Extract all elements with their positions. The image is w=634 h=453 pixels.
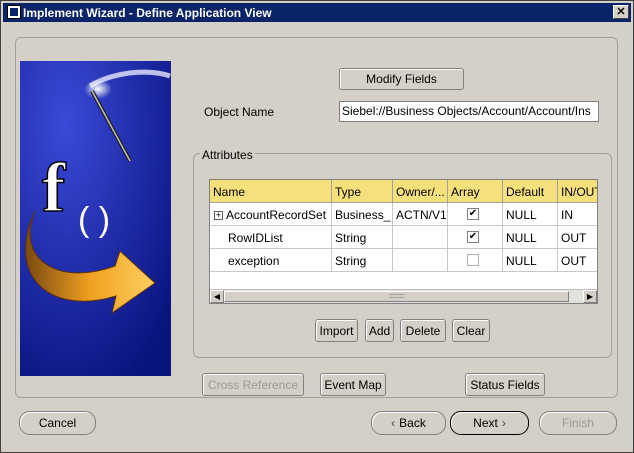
- clear-button[interactable]: Clear: [452, 319, 490, 342]
- app-icon: [7, 5, 21, 19]
- attributes-legend: Attributes: [200, 148, 255, 162]
- cell-inout: OUT: [558, 249, 597, 272]
- next-label: Next: [473, 416, 498, 430]
- cross-reference-button[interactable]: Cross Reference: [202, 373, 304, 396]
- cell-type: Business_: [332, 203, 393, 226]
- svg-text:( ): ( ): [78, 201, 110, 239]
- function-logo-icon: f ( ): [20, 61, 171, 376]
- column-header-owner[interactable]: Owner/...: [393, 180, 448, 203]
- chevron-right-icon: ›: [501, 416, 506, 430]
- cell-inout: OUT: [558, 226, 597, 249]
- cell-type: String: [332, 226, 393, 249]
- finish-button[interactable]: Finish: [539, 411, 617, 435]
- cell-default: NULL: [503, 226, 558, 249]
- cell-name: + AccountRecordSet: [210, 203, 332, 226]
- import-button[interactable]: Import: [315, 319, 358, 342]
- close-button[interactable]: ✕: [613, 5, 629, 19]
- back-button[interactable]: ‹ Back: [371, 411, 446, 435]
- cell-owner: ACTN/V1: [393, 203, 448, 226]
- chevron-left-icon: ‹: [391, 416, 396, 430]
- table-header: Name Type Owner/... Array Default IN/OUT: [210, 180, 597, 203]
- cell-owner: [393, 249, 448, 272]
- delete-button[interactable]: Delete: [400, 319, 446, 342]
- next-button[interactable]: Next ›: [450, 411, 529, 435]
- cancel-button[interactable]: Cancel: [19, 411, 96, 435]
- cell-name: exception: [210, 249, 332, 272]
- function-banner-image: f ( ): [20, 61, 171, 376]
- status-fields-button[interactable]: Status Fields: [465, 373, 545, 396]
- scroll-right-icon[interactable]: ▶: [583, 290, 597, 303]
- table-row[interactable]: + AccountRecordSet Business_ ACTN/V1 ✔ NU…: [210, 203, 597, 226]
- column-header-type[interactable]: Type: [332, 180, 393, 203]
- cell-inout: IN: [558, 203, 597, 226]
- table-row[interactable]: exception String NULL OUT: [210, 249, 597, 272]
- cell-array: ✔: [448, 203, 503, 226]
- window-title: Implement Wizard - Define Application Vi…: [23, 5, 272, 20]
- cell-owner: [393, 226, 448, 249]
- title-bar: Implement Wizard - Define Application Vi…: [3, 3, 631, 22]
- wizard-window: Implement Wizard - Define Application Vi…: [0, 0, 634, 453]
- column-header-default[interactable]: Default: [503, 180, 558, 203]
- cell-default: NULL: [503, 249, 558, 272]
- table-row[interactable]: RowIDList String ✔ NULL OUT: [210, 226, 597, 249]
- column-header-name[interactable]: Name: [210, 180, 332, 203]
- array-checkbox[interactable]: [467, 254, 479, 266]
- cell-default: NULL: [503, 203, 558, 226]
- expand-icon[interactable]: +: [214, 211, 223, 221]
- object-name-label: Object Name: [204, 105, 275, 119]
- modify-fields-button[interactable]: Modify Fields: [339, 68, 464, 90]
- cell-name: RowIDList: [210, 226, 332, 249]
- event-map-button[interactable]: Event Map: [320, 373, 386, 396]
- array-checkbox[interactable]: ✔: [467, 208, 479, 220]
- row-name: AccountRecordSet: [226, 208, 327, 222]
- back-label: Back: [399, 416, 426, 430]
- svg-text:f: f: [42, 150, 66, 227]
- cell-array: ✔: [448, 226, 503, 249]
- horizontal-scrollbar[interactable]: ◀ :::::::::::::::: ▶: [210, 289, 597, 303]
- attributes-table: Name Type Owner/... Array Default IN/OUT…: [209, 179, 598, 304]
- scroll-left-icon[interactable]: ◀: [210, 290, 224, 303]
- scroll-thumb[interactable]: ::::::::::::::::: [224, 291, 569, 302]
- object-name-input[interactable]: Siebel://Business Objects/Account/Accoun…: [339, 101, 599, 122]
- column-header-inout[interactable]: IN/OUT: [558, 180, 597, 203]
- array-checkbox[interactable]: ✔: [467, 231, 479, 243]
- add-button[interactable]: Add: [365, 319, 394, 342]
- cell-array: [448, 249, 503, 272]
- cell-type: String: [332, 249, 393, 272]
- column-header-array[interactable]: Array: [448, 180, 503, 203]
